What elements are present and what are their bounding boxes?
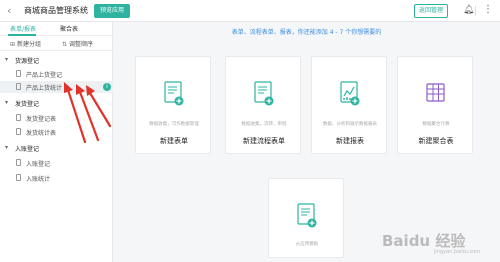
chevron-down-icon: ▾ — [5, 99, 9, 106]
card-title: 新建流程表单 — [243, 137, 285, 145]
watermark: Baidu 经验 jingyan.baidu.com — [374, 224, 498, 262]
card-title: 新建表单 — [160, 137, 188, 145]
new-group-button[interactable]: ⊞ 新建分组 — [10, 39, 41, 48]
watermark-subtext: jingyan.baidu.com — [434, 249, 481, 255]
new-aggregate-table-card[interactable]: 数据聚合计算 新建聚合表 — [397, 56, 473, 154]
back-to-manage-button[interactable]: 返回管理 — [414, 4, 448, 18]
card-description: 数据、分析和展示数据报表 — [323, 122, 377, 127]
from-template-card[interactable]: 从应用模板 — [268, 178, 344, 258]
sort-icon: ⇅ — [62, 41, 68, 48]
sidebar-tabs: 表单/报表 聚合表 — [0, 22, 113, 36]
card-description: 数据收集，流转，审批 — [241, 122, 287, 127]
card-description: 数据收集，可作数据管理 — [149, 122, 199, 127]
group-source-registration[interactable]: ▾ 货源登记 — [0, 55, 113, 67]
active-tab-indicator — [8, 34, 36, 36]
sidebar-item-label: 发货登记表 — [26, 116, 57, 123]
annotation-arrows — [64, 82, 112, 144]
new-form-card[interactable]: 数据收集，可作数据管理 新建表单 — [135, 56, 211, 154]
form-icon — [16, 114, 21, 121]
template-icon — [297, 203, 317, 228]
group-label: 入账登记 — [15, 146, 40, 153]
sidebar-item-label: 入账登记 — [26, 161, 51, 168]
sidebar-item-income-stats[interactable]: 入账统计 — [0, 172, 113, 184]
table-icon — [426, 83, 445, 102]
group-label: 货源登记 — [15, 58, 40, 65]
form-icon — [16, 70, 21, 77]
new-workflow-form-card[interactable]: 数据收集，流转，审批 新建流程表单 — [225, 56, 301, 154]
sidebar-item-label: 产品上货登记 — [26, 72, 63, 79]
card-title: 新建聚合表 — [418, 137, 454, 145]
form-icon — [164, 81, 184, 106]
report-icon — [16, 83, 21, 90]
group-label: 发货登记 — [15, 101, 40, 108]
header-divider — [475, 6, 476, 16]
report-icon — [16, 128, 21, 135]
sidebar-item-label: 发货统计表 — [26, 130, 57, 137]
tab-forms-reports[interactable]: 表单/报表 — [10, 24, 36, 33]
card-description: 从应用模板 — [295, 242, 319, 247]
card-title: 新建报表 — [336, 137, 364, 145]
watermark-text: Baidu 经验 — [382, 232, 466, 250]
sidebar-item-label: 入账统计 — [26, 176, 51, 183]
bell-icon[interactable]: 🔔︎ — [463, 5, 474, 15]
tab-aggregate-tables[interactable]: 聚合表 — [60, 24, 78, 33]
chevron-down-icon: ▾ — [5, 144, 9, 151]
chart-report-icon — [340, 81, 360, 106]
back-icon[interactable]: ‹ — [7, 4, 21, 18]
more-vertical-icon[interactable]: ⋮ — [483, 3, 493, 17]
app-title: 商城商品管理系统 — [24, 6, 88, 15]
preview-app-button[interactable]: 预览应用 — [94, 4, 130, 18]
sidebar-item-label: 产品上货统计 — [26, 85, 63, 92]
hint-text: 表单、流程表单、报表，你还能添加 4 - 7 个你想需要的 — [231, 29, 382, 36]
new-group-label: 新建分组 — [17, 41, 42, 48]
workflow-form-icon — [254, 81, 274, 106]
report-icon — [16, 174, 21, 181]
reorder-label: 调整顺序 — [69, 41, 94, 48]
reorder-button[interactable]: ⇅ 调整顺序 — [62, 39, 93, 48]
sidebar-item-income-register[interactable]: 入账登记 — [0, 157, 113, 169]
sidebar-tools: ⊞ 新建分组 ⇅ 调整顺序 — [0, 37, 113, 51]
folder-plus-icon: ⊞ — [10, 41, 16, 48]
new-report-card[interactable]: 数据、分析和展示数据报表 新建报表 — [311, 56, 387, 154]
top-bar: ‹ 商城商品管理系统 预览应用 返回管理 🔔︎ ⋮ — [0, 0, 500, 22]
chevron-down-icon: ▾ — [5, 56, 9, 63]
form-icon — [16, 159, 21, 166]
card-description: 数据聚合计算 — [422, 122, 450, 127]
